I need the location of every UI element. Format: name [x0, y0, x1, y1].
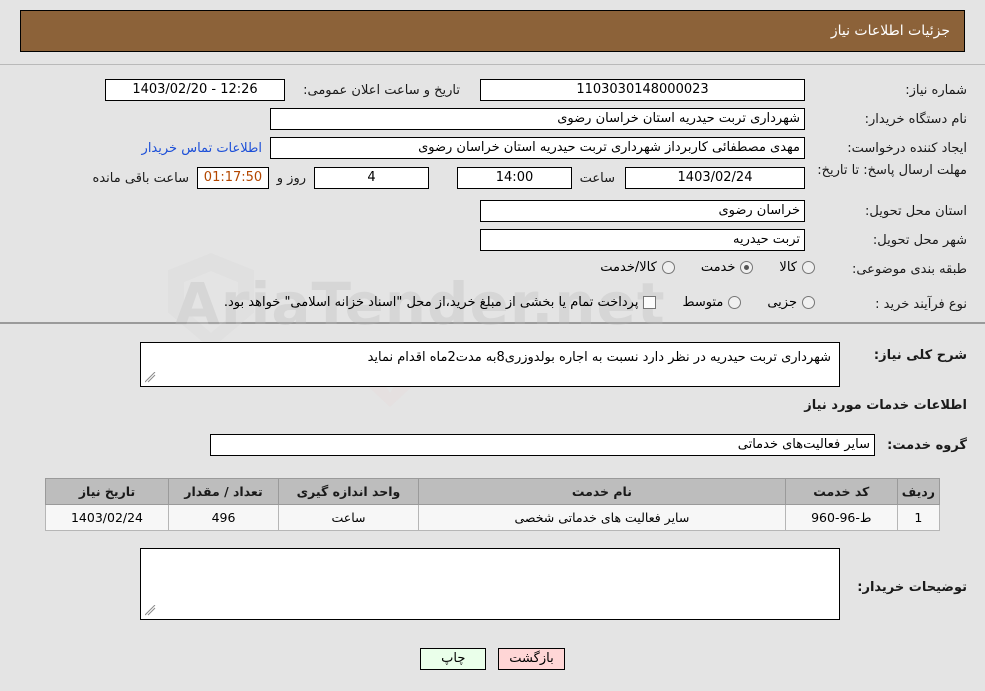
buyer-org-label: نام دستگاه خریدار:	[864, 112, 967, 127]
category-radio-khedmat-label: خدمت	[700, 260, 736, 275]
buyer-notes-value	[141, 549, 839, 555]
need-number-value: 1103030148000023	[480, 79, 805, 101]
th-service-name: نام خدمت	[418, 478, 786, 505]
requester-label: ایجاد کننده درخواست:	[847, 141, 967, 156]
buyer-notes-textarea[interactable]	[140, 548, 840, 620]
purchase-type-label: نوع فرآیند خرید :	[875, 297, 967, 312]
th-need-date: تاریخ نیاز	[45, 478, 169, 505]
buyer-notes-label: توضیحات خریدار:	[857, 580, 967, 595]
category-radio-group: کالا خدمت کالا/خدمت	[574, 260, 815, 275]
deadline-hour-label: ساعت	[579, 171, 615, 186]
td-need-date: 1403/02/24	[45, 504, 169, 531]
countdown-suffix-label: ساعت باقی مانده	[92, 171, 189, 186]
th-quantity: تعداد / مقدار	[168, 478, 279, 505]
province-label: استان محل تحویل:	[865, 204, 967, 219]
deadline-days-unit-label: روز و	[276, 171, 306, 186]
td-service-name: سایر فعالیت های خدماتی شخصی	[418, 504, 786, 531]
page-title: جزئیات اطلاعات نیاز	[830, 23, 950, 39]
purchase-type-radio-jozii[interactable]: جزیی	[767, 295, 815, 310]
services-table: ردیف کد خدمت نام خدمت واحد اندازه گیری ت…	[45, 478, 941, 531]
th-unit: واحد اندازه گیری	[278, 478, 419, 505]
buyer-org-value: شهرداری تربت حیدریه استان خراسان رضوی	[270, 108, 805, 130]
print-button[interactable]: چاپ	[420, 648, 487, 670]
general-desc-label: شرح کلی نیاز:	[873, 348, 967, 363]
resize-grip-icon[interactable]	[144, 605, 156, 617]
table-header-row: ردیف کد خدمت نام خدمت واحد اندازه گیری ت…	[45, 478, 941, 505]
category-label: طبقه بندی موضوعی:	[851, 262, 967, 277]
need-number-label: شماره نیاز:	[905, 83, 967, 98]
treasury-checkbox-label: پرداخت تمام یا بخشی از مبلغ خرید،از محل …	[223, 295, 639, 310]
countdown-value: 01:17:50	[197, 167, 269, 189]
th-row-no: ردیف	[896, 478, 941, 505]
footer-button-bar: بازگشت چاپ	[0, 648, 985, 670]
need-summary-panel: AriaTender.net شماره نیاز: 1103030148000…	[0, 64, 985, 407]
purchase-type-radio-jozii-label: جزیی	[767, 295, 797, 310]
requester-value: مهدی مصطفائی کاربرداز شهرداری تربت حیدری…	[270, 137, 805, 159]
back-button[interactable]: بازگشت	[498, 648, 565, 670]
purchase-type-radio-group: جزیی متوسط پرداخت تمام یا بخشی از مبلغ خ…	[214, 295, 815, 310]
city-label: شهر محل تحویل:	[872, 233, 967, 248]
category-radio-kala-label: کالا	[779, 260, 797, 275]
services-section-title: اطلاعات خدمات مورد نیاز	[804, 398, 967, 413]
category-radio-kala-khedmat[interactable]: کالا/خدمت	[600, 260, 675, 275]
treasury-checkbox-wrap[interactable]: پرداخت تمام یا بخشی از مبلغ خرید،از محل …	[224, 295, 657, 310]
province-value: خراسان رضوی	[480, 200, 805, 222]
td-unit: ساعت	[278, 504, 419, 531]
page-root: جزئیات اطلاعات نیاز AriaTender.net شماره…	[0, 0, 985, 691]
td-row-no: 1	[896, 504, 941, 531]
deadline-time-value: 14:00	[457, 167, 572, 189]
td-quantity: 496	[168, 504, 279, 531]
purchase-type-radio-motavaset-label: متوسط	[682, 295, 724, 310]
deadline-date-value: 1403/02/24	[625, 167, 805, 189]
service-group-label: گروه خدمت:	[887, 438, 967, 453]
th-service-code: کد خدمت	[784, 478, 898, 505]
announce-datetime-label: تاریخ و ساعت اعلان عمومی:	[303, 83, 460, 98]
service-group-value: سایر فعالیت‌های خدماتی	[210, 434, 875, 456]
deadline-label: مهلت ارسال پاسخ: تا تاریخ:	[817, 163, 967, 178]
radio-circle-icon[interactable]	[740, 261, 754, 274]
table-row: 1 ط-96-960 سایر فعالیت های خدماتی شخصی س…	[45, 504, 941, 531]
city-value: تربت حیدریه	[480, 229, 805, 251]
radio-circle-icon[interactable]	[802, 296, 815, 309]
purchase-type-radio-motavaset[interactable]: متوسط	[682, 295, 742, 310]
general-desc-textarea[interactable]: شهرداری تربت حیدریه در نظر دارد نسبت به …	[140, 342, 840, 387]
announce-datetime-value: 12:26 - 1403/02/20	[105, 79, 285, 101]
page-header: جزئیات اطلاعات نیاز	[20, 10, 965, 52]
deadline-days-value: 4	[314, 167, 429, 189]
checkbox-square-icon[interactable]	[643, 296, 657, 309]
resize-grip-icon[interactable]	[144, 372, 156, 384]
radio-circle-icon[interactable]	[661, 261, 675, 274]
general-desc-value: شهرداری تربت حیدریه در نظر دارد نسبت به …	[367, 350, 831, 365]
category-radio-kala[interactable]: کالا	[779, 260, 815, 275]
category-radio-khedmat[interactable]: خدمت	[701, 260, 754, 275]
td-service-code: ط-96-960	[784, 504, 898, 531]
buyer-contact-link[interactable]: اطلاعات تماس خریدار	[142, 141, 262, 156]
category-radio-kala-khedmat-label: کالا/خدمت	[600, 260, 657, 275]
radio-circle-icon[interactable]	[802, 261, 815, 274]
radio-circle-icon[interactable]	[728, 296, 742, 309]
